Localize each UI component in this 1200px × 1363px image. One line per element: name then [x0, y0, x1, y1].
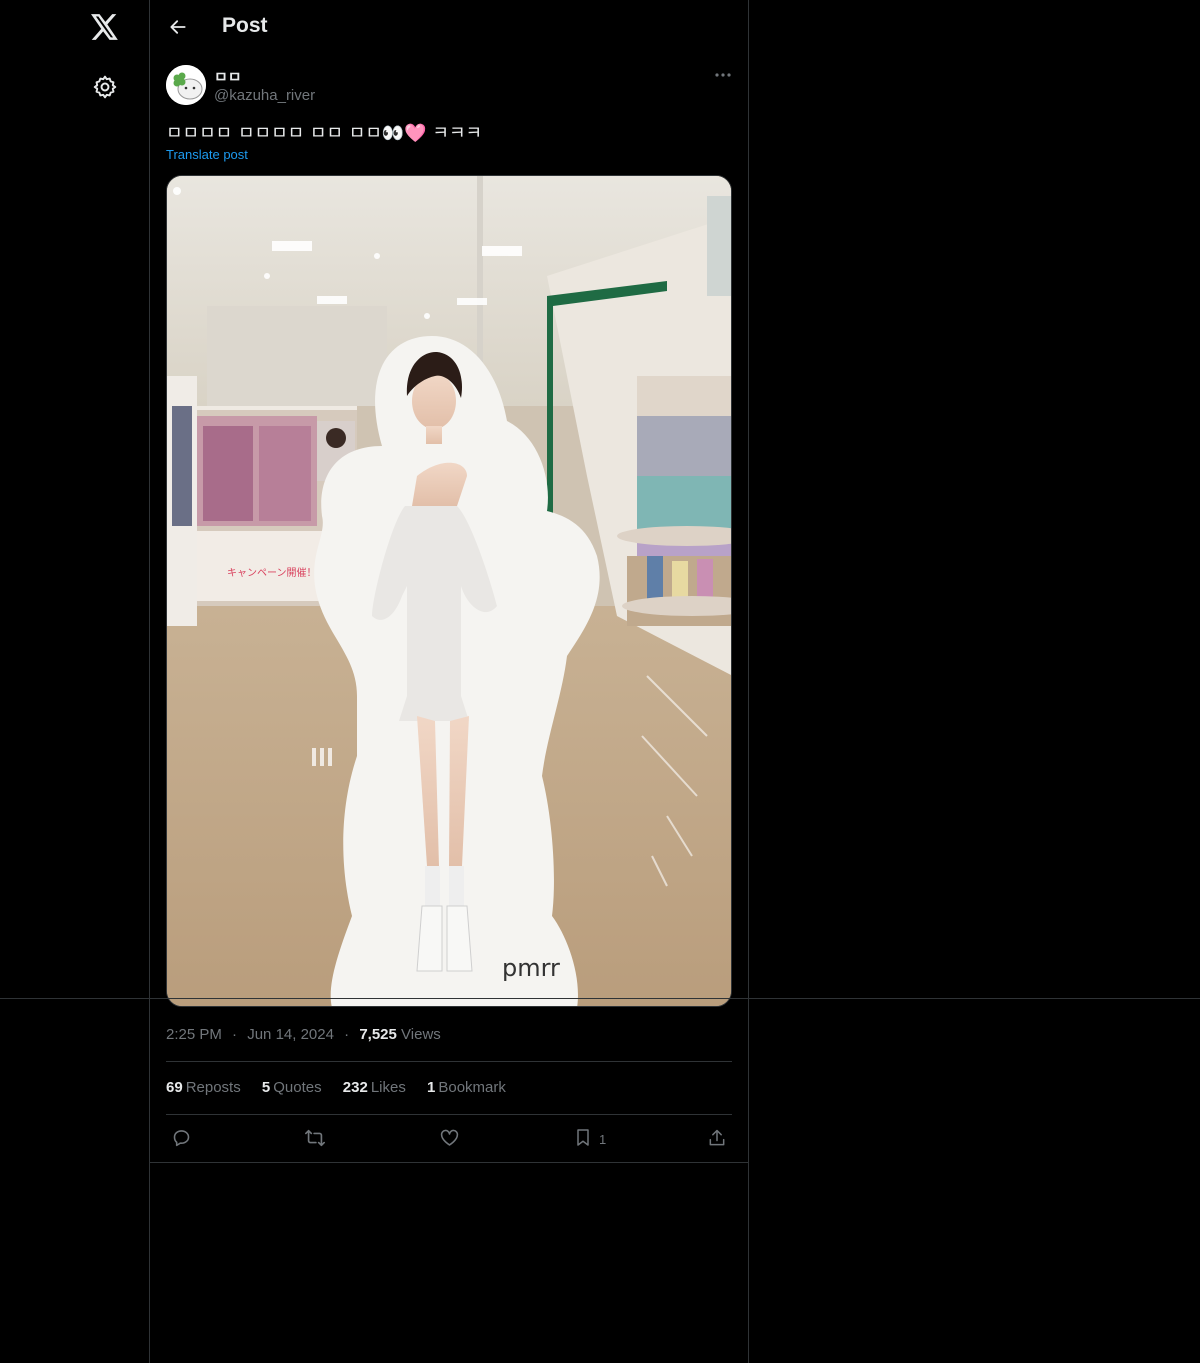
like-icon [439, 1127, 460, 1151]
image-logo-text: pmrr [502, 954, 560, 982]
author-handle[interactable]: @kazuha_river [214, 87, 315, 104]
post-time[interactable]: 2:25 PM [166, 1026, 222, 1043]
views-label: Views [401, 1026, 441, 1043]
divider [150, 1162, 749, 1163]
likes-label: Likes [370, 1079, 406, 1096]
quotes-count: 5 [261, 1079, 271, 1096]
main-column: Post ㅁㅁ @kazuha_river ㅁㅁㅁㅁ ㅁㅁㅁㅁ ㅁㅁ ㅁㅁ👀🩷 … [150, 0, 749, 1363]
reply-button[interactable] [171, 1126, 192, 1152]
share-icon [707, 1128, 727, 1151]
bookmarks-label: Bookmark [438, 1079, 506, 1096]
gear-icon[interactable] [92, 74, 118, 100]
meta-dot: · [232, 1026, 238, 1043]
post-image[interactable]: キャンペーン開催！ pmrr [166, 175, 732, 1007]
meta-dot: · [344, 1026, 350, 1043]
divider [166, 1114, 732, 1115]
avatar[interactable] [166, 65, 206, 105]
action-bar: 1 [166, 1126, 732, 1152]
divider [166, 1061, 732, 1062]
overlay-divider [0, 998, 1200, 999]
bookmarks-count: 1 [427, 1079, 436, 1096]
back-arrow-icon[interactable] [164, 13, 192, 41]
repost-icon [304, 1127, 326, 1152]
left-nav [0, 0, 150, 1363]
reply-icon [171, 1127, 192, 1151]
translate-link[interactable]: Translate post [166, 147, 248, 162]
reposts-label: Reposts [185, 1079, 241, 1096]
like-button[interactable] [439, 1126, 460, 1152]
bookmark-icon [573, 1127, 593, 1151]
quotes-label: Quotes [273, 1079, 322, 1096]
post-header: Post [150, 0, 748, 54]
quotes-stat[interactable]: 5 Quotes [262, 1079, 322, 1096]
bookmark-count: 1 [599, 1131, 607, 1147]
repost-button[interactable] [304, 1126, 326, 1152]
reposts-count: 69 [166, 1079, 183, 1096]
author-name[interactable]: ㅁㅁ [214, 66, 242, 87]
bookmark-button[interactable]: 1 [573, 1126, 606, 1152]
post-meta: 2:25 PM · Jun 14, 2024 · 7,525 Views [166, 1026, 441, 1043]
bookmarks-stat[interactable]: 1 Bookmark [427, 1079, 506, 1096]
page-title: Post [222, 14, 268, 37]
post-stats: 69 Reposts 5 Quotes 232 Likes 1 Bookmark [166, 1079, 523, 1096]
views-count: 7,525 [359, 1026, 397, 1043]
reposts-stat[interactable]: 69 Reposts [166, 1079, 241, 1096]
more-icon[interactable] [710, 64, 736, 86]
share-button[interactable] [707, 1126, 727, 1152]
post-text: ㅁㅁㅁㅁ ㅁㅁㅁㅁ ㅁㅁ ㅁㅁ👀🩷 ㅋㅋㅋ [166, 123, 483, 144]
post-date[interactable]: Jun 14, 2024 [247, 1026, 334, 1043]
x-logo-icon[interactable] [88, 10, 122, 44]
likes-count: 232 [342, 1079, 368, 1096]
likes-stat[interactable]: 232 Likes [343, 1079, 406, 1096]
svg-text:キャンペーン開催！: キャンペーン開催！ [227, 566, 317, 579]
